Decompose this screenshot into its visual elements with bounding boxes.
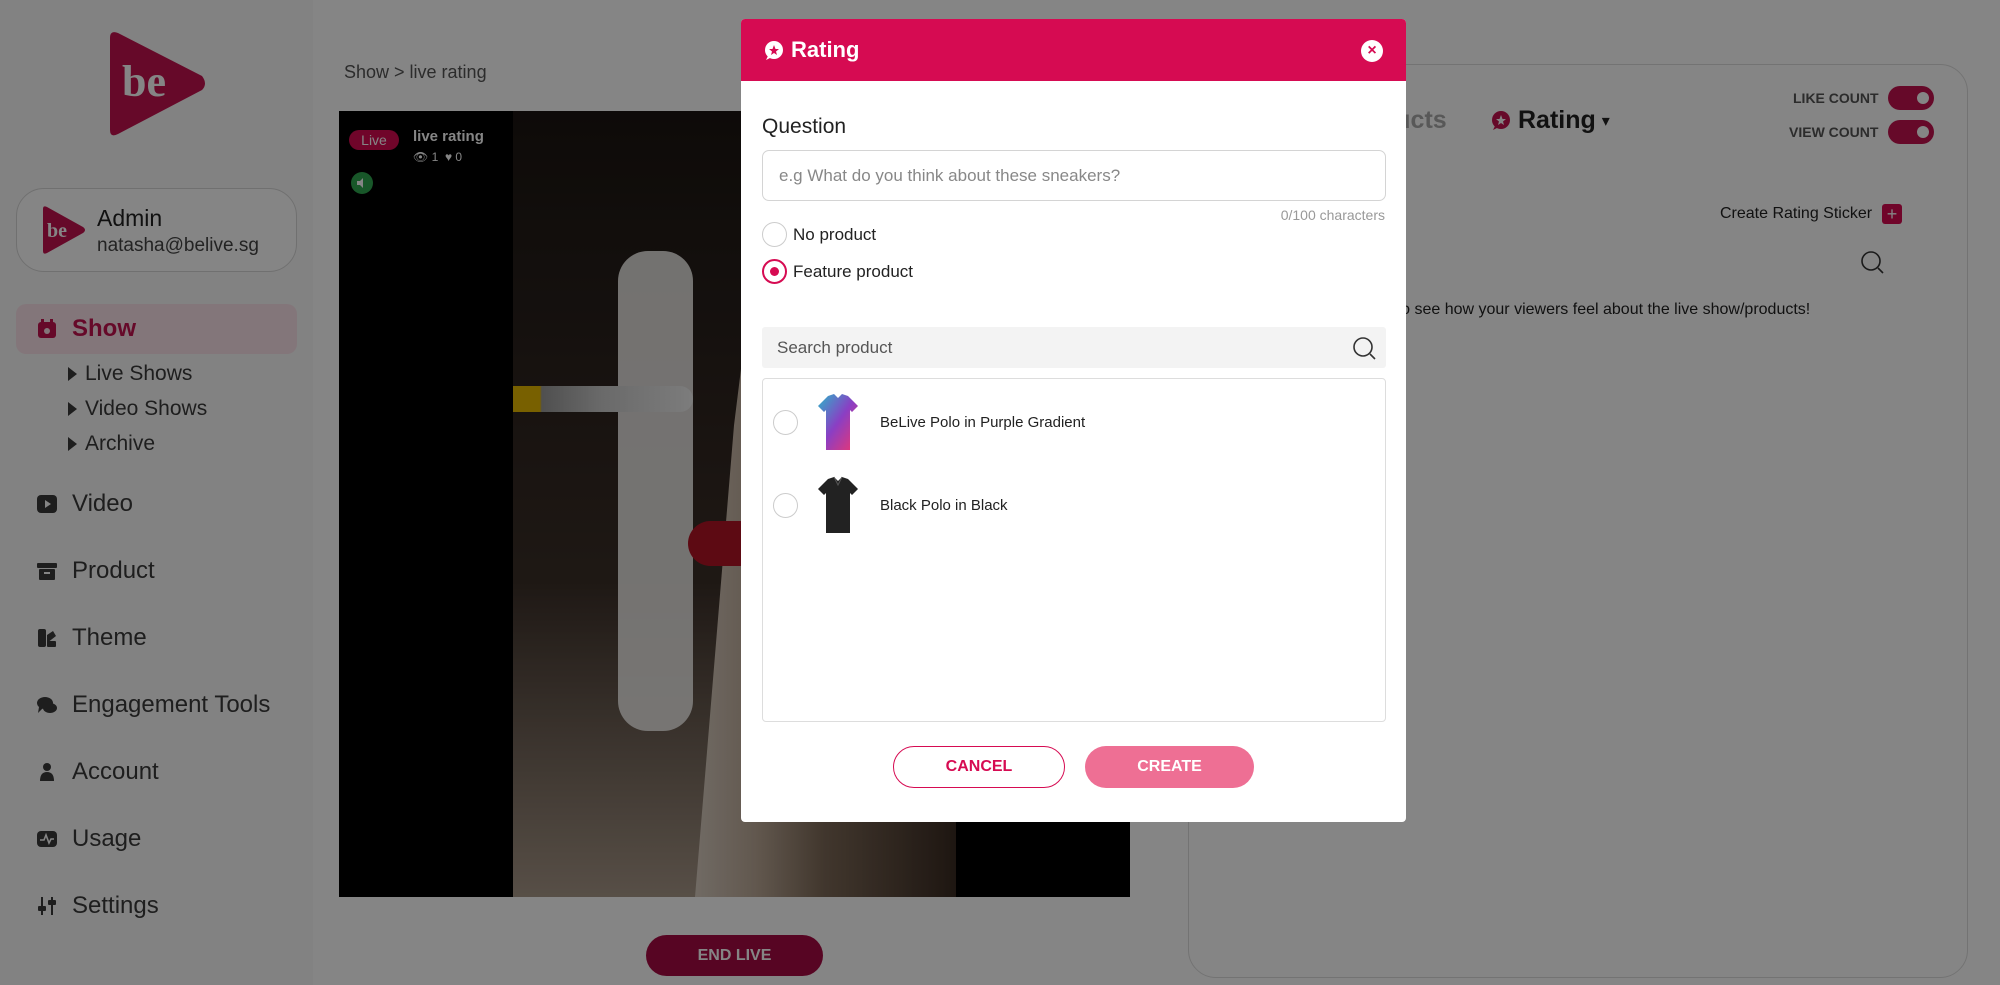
product-name: Black Polo in Black bbox=[880, 496, 1008, 514]
product-row[interactable]: Black Polo in Black bbox=[763, 470, 1383, 540]
product-row[interactable]: BeLive Polo in Purple Gradient bbox=[763, 387, 1383, 457]
cancel-button[interactable]: CANCEL bbox=[893, 746, 1065, 788]
rating-modal: Rating × Question 0/100 characters No pr… bbox=[741, 19, 1406, 822]
product-list: BeLive Polo in Purple Gradient Black Pol… bbox=[762, 378, 1386, 722]
purple-polo-thumbnail bbox=[818, 394, 858, 450]
question-input[interactable] bbox=[762, 150, 1386, 201]
app-root: be be Admin natasha@belive.sg Show Live … bbox=[0, 0, 2000, 985]
radio-label: No product bbox=[793, 224, 877, 244]
black-polo-thumbnail bbox=[818, 476, 858, 533]
question-label: Question bbox=[762, 115, 847, 138]
product-search bbox=[762, 327, 1386, 368]
radio-button-selected[interactable] bbox=[762, 259, 787, 284]
rating-icon bbox=[765, 41, 783, 60]
product-radio[interactable] bbox=[773, 492, 798, 518]
product-search-input[interactable] bbox=[762, 327, 1342, 368]
create-button[interactable]: CREATE bbox=[1085, 746, 1254, 788]
product-name: BeLive Polo in Purple Gradient bbox=[880, 413, 1086, 431]
product-radio[interactable] bbox=[773, 409, 798, 435]
modal-header: Rating × bbox=[741, 19, 1406, 81]
radio-feature-product[interactable]: Feature product bbox=[762, 259, 913, 284]
search-icon[interactable] bbox=[1352, 336, 1376, 360]
modal-title: Rating bbox=[791, 37, 860, 62]
char-count: 0/100 characters bbox=[1280, 207, 1385, 223]
radio-label: Feature product bbox=[793, 261, 914, 281]
radio-button[interactable] bbox=[762, 222, 787, 247]
close-icon[interactable]: × bbox=[1361, 40, 1383, 62]
radio-no-product[interactable]: No product bbox=[762, 222, 876, 247]
